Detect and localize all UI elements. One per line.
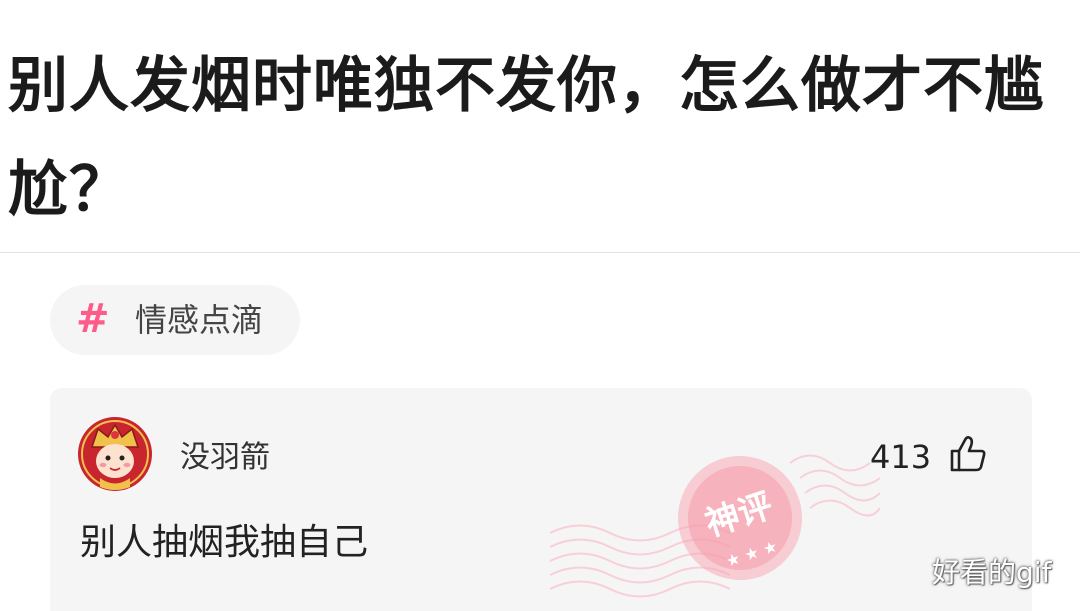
- like-count: 413: [870, 438, 932, 476]
- commenter-name[interactable]: 没羽箭: [180, 440, 270, 476]
- avatar[interactable]: [78, 417, 152, 491]
- god-comment-stamp-icon: 神评 ★ ★ ★: [549, 454, 880, 598]
- hashtag-icon: #: [76, 296, 110, 342]
- question-title: 别人发烟时唯独不发你，怎么做才不尴尬？: [8, 51, 1045, 225]
- question-header: 别人发烟时唯独不发你，怎么做才不尴尬？: [0, 0, 1080, 253]
- watermark: 好看的gif: [932, 556, 1052, 589]
- topic-label: 情感点滴: [135, 301, 264, 339]
- hot-comment-card[interactable]: 神评 ★ ★ ★ 没羽箭 413 别人抽烟我抽自己: [50, 388, 1032, 611]
- comment-text: 别人抽烟我抽自己: [80, 522, 369, 563]
- topic-tag[interactable]: # 情感点滴: [50, 285, 300, 355]
- thumbs-up-icon[interactable]: [948, 434, 988, 474]
